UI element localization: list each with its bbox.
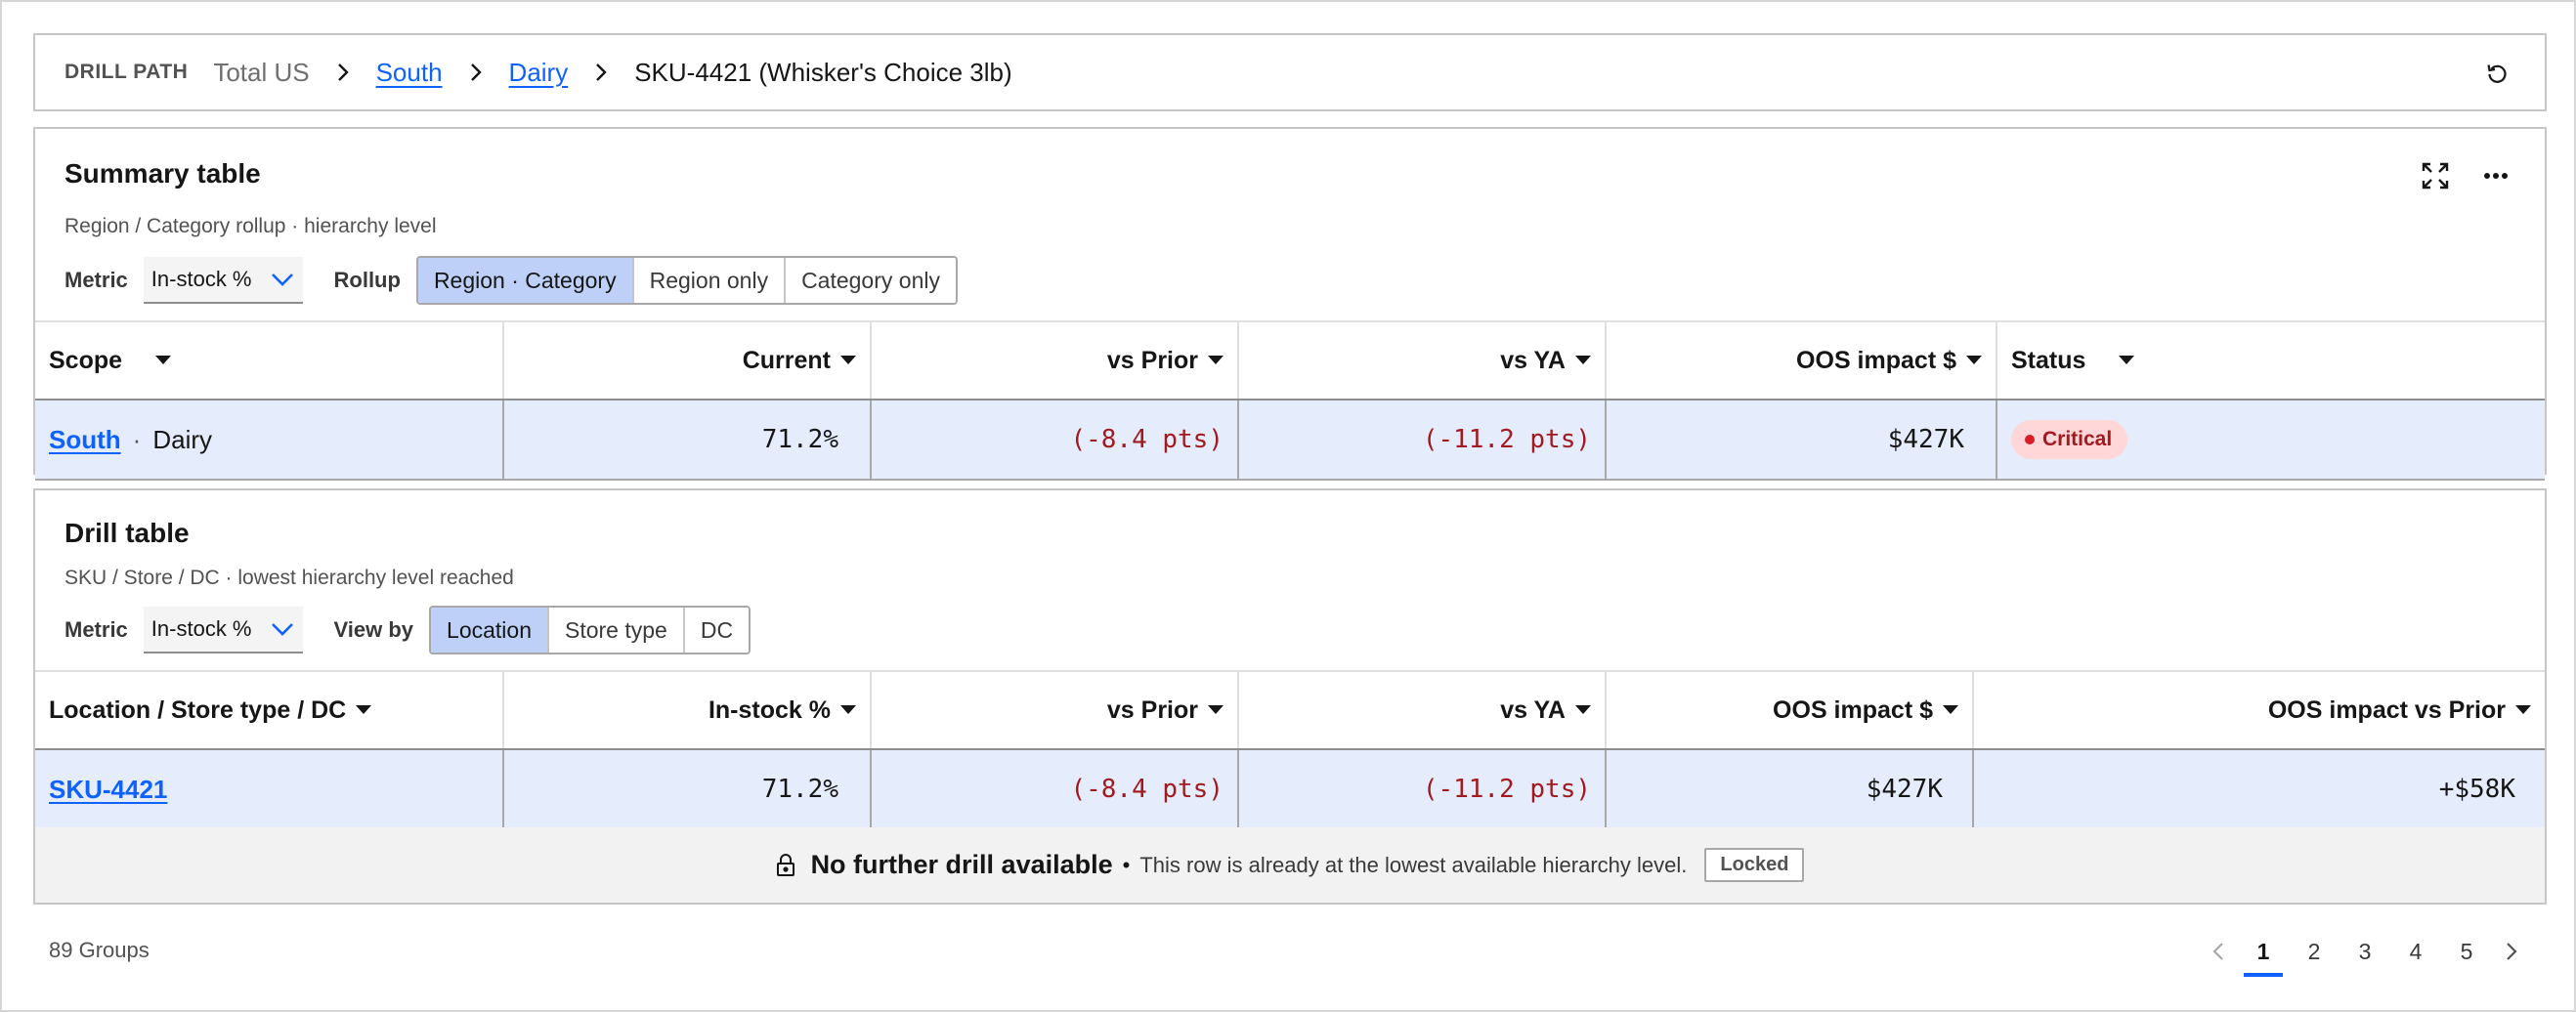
app-frame: DRILL PATH Total US South Dairy SKU-4421…	[0, 0, 2576, 1012]
location-link-sku[interactable]: SKU-4421	[49, 775, 167, 805]
caret-down-icon	[1943, 705, 1958, 714]
cell-location: SKU-4421	[35, 750, 504, 828]
group-count: 89 Groups	[49, 938, 150, 962]
rollup-option-region-category[interactable]: Region · Category	[417, 258, 634, 303]
breadcrumb: DRILL PATH Total US South Dairy SKU-4421…	[33, 33, 2547, 111]
caret-down-icon	[2119, 356, 2135, 364]
rollup-option-category-only[interactable]: Category only	[786, 258, 956, 303]
cell-vs-prior: (-8.4 pts)	[872, 750, 1239, 828]
column-header-vs-prior[interactable]: vs Prior	[872, 670, 1239, 748]
column-header-instock[interactable]: In-stock %	[504, 670, 872, 748]
viewby-toggle: Location Store type DC	[429, 606, 751, 654]
column-header-vs-ya[interactable]: vs YA	[1239, 320, 1607, 399]
viewby-label: View by	[333, 617, 414, 642]
overflow-menu-icon	[2484, 173, 2508, 179]
cell-vs-prior: (-8.4 pts)	[872, 401, 1239, 479]
viewby-option-store-type[interactable]: Store type	[549, 608, 685, 653]
rollup-label: Rollup	[333, 268, 401, 292]
column-header-oos-impact[interactable]: OOS impact $	[1607, 670, 1974, 748]
caret-down-icon	[1575, 705, 1591, 714]
page-1[interactable]: 1	[2238, 930, 2289, 977]
column-header-status[interactable]: Status	[1997, 320, 2545, 399]
cell-status: Critical	[1997, 401, 2545, 479]
chevron-down-icon	[271, 623, 293, 636]
cell-oos-impact: $427K	[1607, 750, 1974, 828]
summary-title: Summary table	[64, 158, 261, 189]
table-header: Location / Store type / DC In-stock % vs…	[35, 670, 2545, 748]
page-5[interactable]: 5	[2441, 930, 2492, 973]
breadcrumb-root: Total US	[213, 57, 310, 87]
maximize-icon	[2422, 162, 2449, 190]
summary-panel: Summary table Region / Category rollup ·…	[33, 127, 2547, 481]
drill-title: Drill table	[64, 518, 190, 548]
caret-down-icon	[356, 705, 372, 714]
chevron-right-icon	[329, 59, 357, 86]
caret-down-icon	[1966, 356, 1982, 364]
cell-oos-vs-prior: +$58K	[1974, 750, 2545, 828]
caret-down-icon	[2515, 705, 2531, 714]
expand-button[interactable]	[2416, 156, 2455, 195]
previous-page-button[interactable]	[2199, 930, 2238, 973]
rollup-toggle: Region · Category Region only Category o…	[415, 256, 958, 305]
column-header-vs-prior[interactable]: vs Prior	[872, 320, 1239, 399]
cell-scope: South · Dairy	[35, 401, 504, 479]
caret-down-icon	[840, 705, 856, 714]
table-header: Scope Current vs Prior vs YA OOS impact …	[35, 320, 2545, 399]
metric-select[interactable]: In-stock %	[143, 607, 303, 654]
cell-vs-ya: (-11.2 pts)	[1239, 401, 1607, 479]
cell-vs-ya: (-11.2 pts)	[1239, 750, 1607, 828]
drill-subtitle: SKU / Store / DC · lowest hierarchy leve…	[64, 567, 514, 589]
caret-down-icon	[1575, 356, 1591, 364]
metric-select[interactable]: In-stock %	[143, 257, 303, 304]
page-3[interactable]: 3	[2340, 930, 2390, 973]
status-badge: Critical	[2011, 420, 2128, 459]
viewby-option-location[interactable]: Location	[431, 608, 549, 653]
breadcrumb-link-dairy[interactable]: Dairy	[509, 58, 569, 88]
caret-down-icon	[840, 356, 856, 364]
caret-down-icon	[1208, 356, 1224, 364]
no-drill-notice: No further drill available • This row is…	[35, 827, 2545, 903]
notice-text: This row is already at the lowest availa…	[1139, 852, 1688, 877]
reset-icon	[2487, 64, 2507, 83]
caret-down-icon	[1208, 705, 1224, 714]
column-header-current[interactable]: Current	[504, 320, 872, 399]
table-row[interactable]: South · Dairy 71.2% (-8.4 pts) (-11.2 pt…	[35, 399, 2545, 481]
chevron-right-icon	[2507, 943, 2517, 960]
more-options-button[interactable]	[2476, 156, 2515, 195]
scope-link-south[interactable]: South	[49, 425, 121, 455]
drill-path-label: DRILL PATH	[64, 61, 189, 83]
status-dot-icon	[2025, 435, 2035, 444]
table-row[interactable]: SKU-4421 71.2% (-8.4 pts) (-11.2 pts) $4…	[35, 748, 2545, 830]
caret-down-icon	[155, 356, 172, 364]
drill-controls: Metric In-stock % View by Location Store…	[64, 606, 751, 654]
chevron-right-icon	[462, 59, 490, 86]
summary-subtitle: Region / Category rollup · hierarchy lev…	[64, 215, 437, 237]
viewby-option-dc[interactable]: DC	[684, 608, 750, 653]
breadcrumb-link-south[interactable]: South	[376, 58, 443, 88]
column-header-oos-vs-prior[interactable]: OOS impact vs Prior	[1974, 670, 2545, 748]
pagination: 1 2 3 4 5	[2199, 930, 2531, 977]
rollup-option-region-only[interactable]: Region only	[633, 258, 787, 303]
notice-title: No further drill available	[810, 850, 1113, 879]
chevron-right-icon	[587, 59, 615, 86]
page-4[interactable]: 4	[2390, 930, 2441, 973]
cell-current: 71.2%	[504, 401, 872, 479]
cell-oos-impact: $427K	[1607, 401, 1997, 479]
cell-instock: 71.2%	[504, 750, 872, 828]
page-2[interactable]: 2	[2289, 930, 2340, 973]
next-page-button[interactable]	[2492, 930, 2531, 973]
metric-label: Metric	[64, 268, 128, 292]
chevron-down-icon	[271, 274, 293, 286]
locked-tag: Locked	[1704, 848, 1805, 882]
summary-controls: Metric In-stock % Rollup Region · Catego…	[64, 256, 958, 305]
metric-label: Metric	[64, 617, 128, 642]
column-header-location[interactable]: Location / Store type / DC	[35, 670, 504, 748]
column-header-vs-ya[interactable]: vs YA	[1239, 670, 1607, 748]
chevron-left-icon	[2212, 943, 2223, 960]
breadcrumb-current: SKU-4421 (Whisker's Choice 3lb)	[634, 57, 1012, 87]
column-header-oos-impact[interactable]: OOS impact $	[1607, 320, 1997, 399]
reset-button[interactable]	[2478, 55, 2515, 92]
lock-icon	[776, 853, 794, 876]
column-header-scope[interactable]: Scope	[35, 320, 504, 399]
